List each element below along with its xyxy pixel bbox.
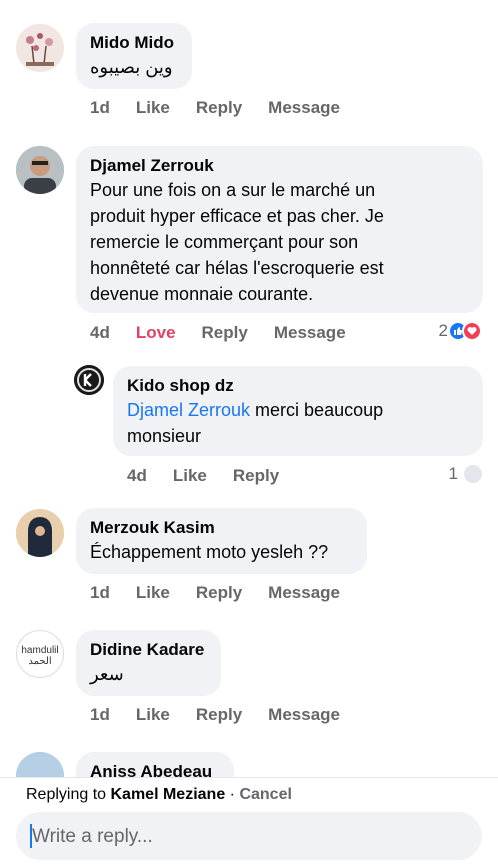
reply-input[interactable] [30, 812, 454, 862]
reply-input-container[interactable] [16, 812, 482, 862]
reply-composer: Replying to Kamel Meziane · Cancel [0, 777, 498, 865]
comment-text-line: remercie le commerçant pour son [90, 232, 359, 252]
comment-text-line: honnêteté car hélas l'escroquerie est [90, 258, 384, 278]
avatar-caption-line: الحمد [28, 656, 52, 667]
separator: · [225, 786, 240, 803]
reaction-placeholder-icon [464, 465, 482, 483]
mention-link[interactable]: Djamel Zerrouk [127, 400, 250, 420]
commenter-name[interactable]: Djamel Zerrouk [90, 155, 469, 177]
timestamp[interactable]: 4d [90, 323, 110, 343]
message-button[interactable]: Message [274, 323, 346, 343]
reply-button[interactable]: Reply [233, 466, 279, 486]
reaction-summary[interactable]: 2 [439, 321, 482, 341]
comment-bubble[interactable]: Mido Mido وين بصيبوه [76, 23, 192, 89]
avatar-caption-line: hamdulil [21, 645, 59, 656]
comment-bubble[interactable]: Merzouk Kasim Échappement moto yesleh ?? [76, 508, 367, 574]
avatar-person-image [16, 509, 64, 557]
timestamp[interactable]: 1d [90, 98, 110, 118]
commenter-name[interactable]: Didine Kadare [90, 639, 207, 661]
timestamp[interactable]: 1d [90, 705, 110, 725]
commenter-name[interactable]: Mido Mido [90, 32, 178, 54]
comment-actions: 4d Like Reply [127, 466, 305, 486]
reply-button[interactable]: Reply [202, 323, 248, 343]
avatar-man-image [16, 146, 64, 194]
comment-text: سعر [90, 664, 124, 684]
comment-text-line: Pour une fois on a sur le marché un [90, 180, 376, 200]
cancel-button[interactable]: Cancel [239, 786, 291, 803]
comment-text-line: monsieur [127, 426, 202, 446]
message-button[interactable]: Message [268, 98, 340, 118]
comment-text: merci beaucoup [255, 400, 384, 420]
comment-text: Échappement moto yesleh ?? [90, 542, 329, 562]
avatar-flowers-image [16, 24, 64, 72]
avatar[interactable] [16, 509, 64, 557]
comment-actions: 1d Like Reply Message [90, 583, 366, 603]
comment-bubble[interactable]: Kido shop dz Djamel Zerrouk merci beauco… [113, 366, 483, 456]
comment-actions: 1d Like Reply Message [90, 98, 366, 118]
timestamp[interactable]: 4d [127, 466, 147, 486]
reply-button[interactable]: Reply [196, 583, 242, 603]
reply-button[interactable]: Reply [196, 705, 242, 725]
commenter-name[interactable]: Merzouk Kasim [90, 517, 353, 539]
comment-actions: 4d Love Reply Message [90, 323, 372, 343]
replying-to-label: Replying to Kamel Meziane · Cancel [26, 786, 292, 804]
replying-prefix: Replying to [26, 786, 107, 803]
reply-button[interactable]: Reply [196, 98, 242, 118]
avatar[interactable] [16, 24, 64, 72]
replying-name: Kamel Meziane [110, 786, 226, 803]
avatar[interactable] [74, 365, 104, 395]
text-cursor [30, 824, 32, 848]
love-reaction-button[interactable]: Love [136, 323, 176, 343]
comment-actions: 1d Like Reply Message [90, 705, 366, 725]
comment-text-line: produit hyper efficace et pas cher. Je [90, 206, 384, 226]
reaction-count: 2 [438, 321, 448, 340]
like-button[interactable]: Like [173, 466, 207, 486]
avatar[interactable]: hamdulil الحمد [16, 630, 64, 678]
comment-text-line: devenue monnaie courante. [90, 284, 314, 304]
commenter-name[interactable]: Kido shop dz [127, 375, 469, 397]
like-button[interactable]: Like [136, 583, 170, 603]
message-button[interactable]: Message [268, 583, 340, 603]
love-icon [462, 321, 482, 341]
avatar-logo-image [74, 365, 104, 395]
avatar[interactable] [16, 146, 64, 194]
comment-bubble[interactable]: Didine Kadare سعر [76, 630, 221, 696]
message-button[interactable]: Message [268, 705, 340, 725]
reaction-summary[interactable]: 1 [449, 464, 482, 484]
like-button[interactable]: Like [136, 98, 170, 118]
comment-text: وين بصيبوه [90, 57, 173, 77]
comment-bubble[interactable]: Djamel Zerrouk Pour une fois on a sur le… [76, 146, 483, 313]
timestamp[interactable]: 1d [90, 583, 110, 603]
reaction-count: 1 [448, 464, 458, 483]
like-button[interactable]: Like [136, 705, 170, 725]
